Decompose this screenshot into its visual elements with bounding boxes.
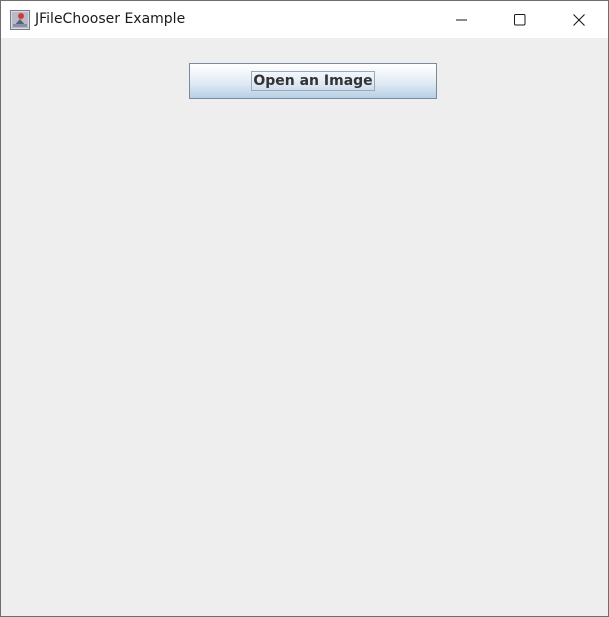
window-title: JFileChooser Example [35,11,186,27]
minimize-icon [456,19,467,20]
open-image-button-label: Open an Image [251,71,375,91]
close-button[interactable] [550,1,608,38]
maximize-icon [514,13,526,25]
open-image-button[interactable]: Open an Image [189,63,437,99]
maximize-button[interactable] [491,1,549,38]
content-pane: Open an Image [1,38,608,616]
minimize-button[interactable] [433,1,491,38]
close-icon [573,13,585,26]
java-app-icon[interactable] [10,10,30,30]
app-window: JFileChooser Example Open an Image [0,0,609,617]
title-bar[interactable]: JFileChooser Example [1,1,608,38]
